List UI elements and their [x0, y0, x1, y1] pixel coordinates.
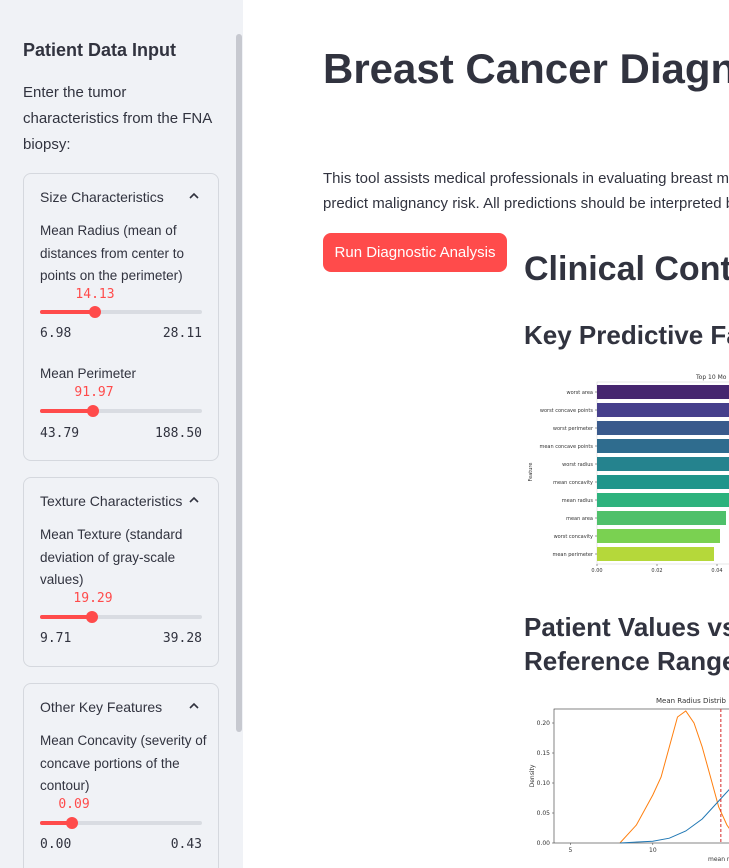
patient-values-heading: Patient Values vs. Reference Ranges: [524, 612, 729, 676]
y-tick-label: worst concavity: [554, 534, 593, 540]
slider-max-mean-concavity: 0.43: [170, 837, 202, 852]
density-line: [619, 710, 729, 844]
slider-fill: [40, 409, 94, 413]
bar: [597, 493, 729, 507]
slider-mean-perimeter[interactable]: [40, 405, 202, 417]
x-tick-label: 10: [649, 847, 657, 854]
slider-label-mean-concavity: Mean Concavity (severity of concave port…: [40, 733, 207, 793]
x-tick-label: 0.04: [711, 568, 722, 574]
bar: [597, 439, 729, 453]
expander-size-characteristics[interactable]: Size Characteristics Mean Radius (mean o…: [23, 173, 219, 461]
y-tick-label: worst concave points: [540, 408, 594, 414]
chevron-up-icon[interactable]: [188, 700, 200, 712]
bar: [597, 547, 714, 561]
slider-label-mean-perimeter: Mean Perimeter: [40, 366, 137, 381]
slider-min-mean-perimeter: 43.79: [40, 426, 80, 441]
mean-radius-distribution-chart: Mean Radius Distrib 0.20 0.15 0.10 0.05 0.00 5…: [529, 697, 729, 863]
y-tick-label: mean area: [566, 516, 593, 522]
y-tick-label: 0.05: [537, 810, 551, 817]
bar: [597, 529, 720, 543]
slider-mean-radius[interactable]: [40, 306, 202, 318]
y-axis-label: Density: [529, 764, 536, 787]
slider-mean-texture[interactable]: [40, 611, 202, 623]
y-tick-label: worst area: [566, 390, 593, 396]
y-tick-label: mean concave points: [539, 444, 593, 450]
run-diagnostic-analysis-button[interactable]: Run Diagnostic Analysis: [323, 233, 507, 272]
slider-max-mean-perimeter: 188.50: [155, 426, 202, 441]
y-axis-label: Feature: [528, 463, 534, 482]
y-tick-label: 0.00: [537, 840, 551, 847]
sidebar: Patient Data Input Enter the tumor chara…: [0, 0, 243, 868]
y-tick-label: mean radius: [562, 498, 594, 504]
expander-header[interactable]: Texture Characteristics: [40, 493, 182, 509]
y-tick-label: 0.20: [537, 720, 551, 727]
y-tick-label: 0.15: [537, 750, 551, 757]
slider-fill: [40, 310, 96, 314]
description-line-2: predict malignancy risk. All predictions…: [323, 195, 729, 212]
slider-thumb[interactable]: [87, 405, 100, 417]
chart-title: Top 10 Mo: [695, 374, 727, 381]
description-line-1: This tool assists medical professionals …: [323, 170, 729, 187]
expander-other-key-features[interactable]: Other Key Features Mean Concavity (sever…: [23, 683, 219, 868]
x-tick-label: 0.02: [651, 568, 662, 574]
slider-mean-concavity[interactable]: [40, 817, 202, 829]
slider-min-mean-radius: 6.98: [40, 326, 72, 341]
bar: [597, 403, 729, 417]
slider-min-mean-texture: 9.71: [40, 631, 72, 646]
slider-thumb[interactable]: [66, 817, 79, 829]
chart-title: Mean Radius Distrib: [656, 697, 727, 705]
y-tick-label: 0.10: [537, 780, 551, 787]
bar: [597, 421, 729, 435]
x-tick-label: 5: [569, 847, 573, 854]
sidebar-scrollbar[interactable]: [236, 34, 242, 732]
chevron-up-icon[interactable]: [188, 494, 200, 506]
clinical-context-heading: Clinical Context: [524, 250, 729, 288]
expander-header[interactable]: Other Key Features: [40, 699, 162, 715]
slider-label-mean-radius: Mean Radius (mean of distances from cent…: [40, 223, 185, 283]
page-title: Breast Cancer Diagnostic Assistant: [323, 45, 729, 92]
sidebar-intro: Enter the tumor characteristics from the…: [23, 84, 212, 153]
y-tick-label: worst perimeter: [553, 426, 594, 432]
slider-value-mean-texture: 19.29: [73, 591, 113, 606]
page-description: This tool assists medical professionals …: [323, 166, 729, 216]
slider-value-mean-perimeter: 91.97: [74, 385, 114, 400]
x-axis-label: mean r: [708, 856, 729, 863]
key-predictive-factors-heading: Key Predictive Factors: [524, 320, 729, 350]
plot-frame: [553, 708, 729, 844]
bar: [597, 457, 729, 471]
slider-thumb[interactable]: [89, 306, 102, 318]
feature-importance-chart: Top 10 Mo worst area worst concave points w…: [528, 374, 729, 574]
y-tick-label: mean perimeter: [552, 552, 593, 558]
slider-value-mean-radius: 14.13: [75, 287, 115, 302]
slider-label-mean-texture: Mean Texture (standard deviation of gray…: [40, 527, 183, 587]
chevron-up-icon[interactable]: [188, 190, 200, 202]
slider-thumb[interactable]: [85, 611, 98, 623]
expander-texture-characteristics[interactable]: Texture Characteristics Mean Texture (st…: [23, 477, 219, 667]
slider-max-mean-radius: 28.11: [162, 326, 202, 341]
expander-header[interactable]: Size Characteristics: [40, 189, 164, 205]
x-tick-label: 0.00: [591, 568, 602, 574]
slider-min-mean-concavity: 0.00: [40, 837, 72, 852]
bar: [597, 475, 729, 489]
y-tick-label: worst radius: [562, 462, 593, 468]
density-line: [619, 789, 729, 844]
y-tick-label: mean concavity: [553, 480, 593, 486]
slider-max-mean-texture: 39.28: [162, 631, 202, 646]
main-content: Breast Cancer Diagnostic Assistant This …: [243, 0, 729, 868]
bar: [597, 385, 729, 399]
sidebar-title: Patient Data Input: [23, 40, 177, 60]
bar: [597, 511, 726, 525]
slider-value-mean-concavity: 0.09: [58, 797, 90, 812]
slider-fill: [40, 615, 92, 619]
